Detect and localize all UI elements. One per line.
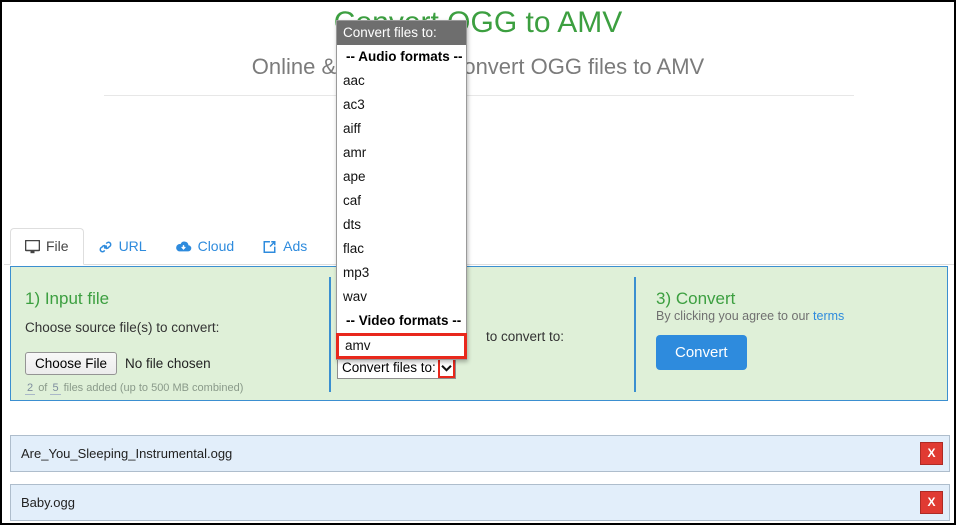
file-list-item[interactable]: Baby.ogg X (10, 484, 950, 521)
tab-cloud-label: Cloud (197, 238, 235, 254)
dropdown-option-list[interactable]: -- Audio formats -- aac ac3 aiff amr ape caf dt… (336, 45, 467, 359)
header-divider (104, 95, 854, 96)
tab-file[interactable]: File (10, 228, 84, 265)
file-counter-current: 2 (25, 382, 36, 395)
link-icon (98, 240, 113, 254)
page-subtitle: Online & free tool to convert OGG files … (251, 54, 705, 79)
tab-file-label: File (46, 238, 69, 254)
dropdown-group-label: -- Video formats -- (346, 313, 462, 328)
file-name: Are_You_Sleeping_Instrumental.ogg (21, 446, 233, 461)
dropdown-option[interactable]: mp3 (337, 261, 466, 285)
external-link-icon (262, 240, 277, 254)
tab-cloud[interactable]: Cloud (161, 228, 249, 265)
tab-url[interactable]: URL (84, 228, 161, 265)
monitor-icon (25, 239, 40, 254)
converter-panel: 1) Input file Choose source file(s) to c… (10, 266, 948, 401)
remove-file-button[interactable]: X (920, 491, 943, 514)
dropdown-option[interactable]: ape (337, 165, 466, 189)
file-list-item[interactable]: Are_You_Sleeping_Instrumental.ogg X (10, 435, 950, 472)
dropdown-option[interactable]: caf (337, 189, 466, 213)
convert-button[interactable]: Convert (656, 335, 747, 370)
tab-bar: File URL Cloud Ads (10, 228, 321, 265)
file-counter-suffix: files added (up to 500 MB combined) (63, 382, 244, 394)
dropdown-group-label: -- Audio formats -- (346, 49, 463, 64)
dropdown-option[interactable]: aac (337, 69, 466, 93)
terms-line: By clicking you agree to our terms (656, 309, 844, 323)
terms-prefix: By clicking you agree to our (656, 309, 810, 323)
chevron-down-icon[interactable] (437, 357, 455, 378)
dropdown-option[interactable]: wav (337, 285, 466, 309)
input-section-title: 1) Input file (25, 289, 110, 308)
column-divider-1 (329, 277, 331, 392)
file-counter: 2 of 5 files added (up to 500 MB combine… (25, 382, 244, 395)
dropdown-option[interactable]: aiff (337, 117, 466, 141)
file-input-row[interactable]: Choose File No file chosen (25, 352, 211, 375)
convert-section-title: 3) Convert (656, 289, 736, 308)
terms-link[interactable]: terms (813, 309, 844, 323)
dropdown-option[interactable]: amr (337, 141, 466, 165)
file-counter-of: of (38, 382, 48, 394)
browser-page: Convert OGG to AMV Online & free tool to… (0, 0, 956, 525)
output-format-dropdown[interactable]: Convert files to: -- Audio formats -- aac… (336, 20, 467, 360)
no-file-chosen-label: No file chosen (125, 356, 211, 371)
dropdown-header: Convert files to: (337, 21, 466, 45)
file-name: Baby.ogg (21, 495, 75, 510)
tab-url-label: URL (118, 238, 147, 254)
dropdown-option[interactable]: amv (336, 333, 467, 359)
tab-ads[interactable]: Ads (248, 228, 321, 265)
remove-file-button[interactable]: X (920, 442, 943, 465)
cloud-download-icon (175, 240, 192, 253)
file-counter-max: 5 (50, 382, 61, 395)
output-trailing-text: to convert to: (486, 329, 565, 344)
dropdown-option[interactable]: dts (337, 213, 466, 237)
page-title: Convert OGG to AMV (333, 6, 623, 39)
dropdown-option[interactable]: flac (337, 237, 466, 261)
choose-file-button[interactable]: Choose File (25, 352, 118, 375)
column-divider-2 (634, 277, 636, 392)
dropdown-option[interactable]: ac3 (337, 93, 466, 117)
tab-ads-label: Ads (283, 238, 308, 254)
output-format-select-label: Convert files to: (342, 360, 436, 375)
input-section-prompt: Choose source file(s) to convert: (25, 320, 220, 335)
